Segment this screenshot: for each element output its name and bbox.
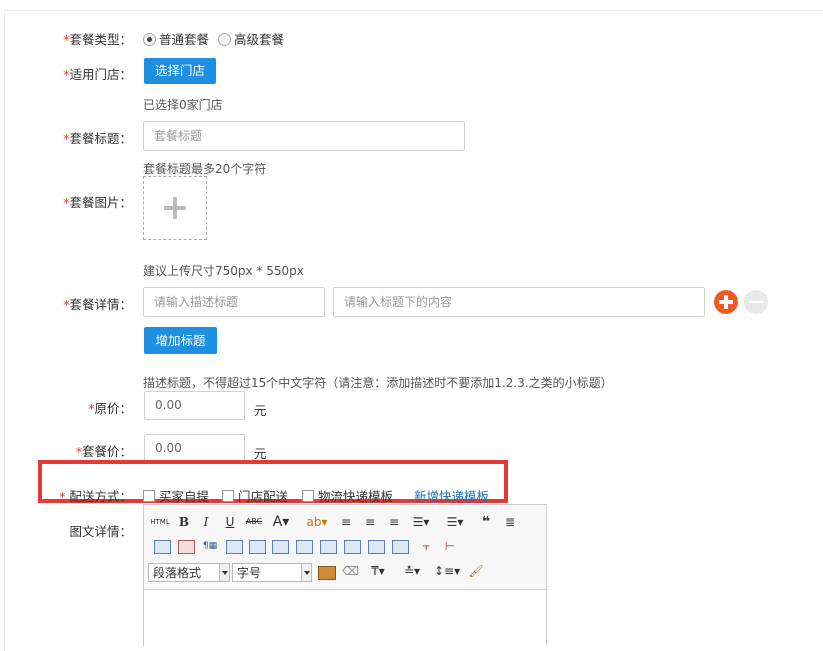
merge-right-icon[interactable] xyxy=(344,540,361,554)
split-rows-icon[interactable]: ⫟ xyxy=(418,537,434,555)
align-left-icon[interactable]: ≡ xyxy=(338,513,354,531)
merge-cells-icon[interactable] xyxy=(320,540,337,554)
package-details-label: *套餐详情： xyxy=(63,297,132,312)
delete-row-icon[interactable] xyxy=(249,540,266,554)
strikethrough-icon[interactable]: ABC xyxy=(244,513,264,531)
insert-paragraph-icon[interactable]: ¶▦ xyxy=(201,537,219,555)
original-price-unit: 元 xyxy=(254,403,267,418)
store-selected-hint: 已选择0家门店 xyxy=(143,98,223,112)
package-price-input[interactable]: 0.00 xyxy=(144,434,245,463)
align-center-icon[interactable]: ≡ xyxy=(362,513,378,531)
package-image-hint: 建议上传尺寸750px * 550px xyxy=(143,264,304,278)
editor-toolbar: HTML B I U ABC A▾ ab▾ ≡ ≡ ≡ ☰▾ ☰▾ ❝ ≣ ¶▦… xyxy=(144,505,546,590)
eraser-icon[interactable]: ⌫ xyxy=(342,562,359,580)
new-express-template-link[interactable]: 新增快递模板 xyxy=(414,486,489,505)
package-image-label: *套餐图片： xyxy=(63,195,132,210)
insert-table-icon[interactable] xyxy=(154,540,171,554)
store-label: *适用门店： xyxy=(63,67,132,82)
rich-content-label: 图文详情： xyxy=(69,524,132,539)
remove-row-icon[interactable] xyxy=(744,290,768,314)
rich-text-editor[interactable]: HTML B I U ABC A▾ ab▾ ≡ ≡ ≡ ☰▾ ☰▾ ❝ ≣ ¶▦… xyxy=(143,504,547,646)
image-upload-box[interactable] xyxy=(143,176,207,240)
line-height-icon[interactable]: ↕≡▾ xyxy=(434,562,460,580)
delivery-option-self-pickup[interactable]: 买家自提 xyxy=(143,486,209,505)
clear-format-icon[interactable]: 🖌 xyxy=(468,562,484,580)
highlight-color-icon[interactable]: ab▾ xyxy=(304,513,330,531)
insert-col-icon[interactable] xyxy=(272,540,289,554)
checkbox-icon xyxy=(302,490,314,502)
package-price-label: *套餐价： xyxy=(75,444,132,459)
format-painter-icon[interactable]: ₸▾ xyxy=(366,562,390,580)
paragraph-format-select[interactable]: 段落格式 xyxy=(148,563,230,582)
ordered-list-icon[interactable]: ☰▾ xyxy=(444,513,466,531)
delete-col-icon[interactable] xyxy=(296,540,313,554)
blockquote-icon[interactable]: ❝ xyxy=(478,513,494,531)
bold-icon[interactable]: B xyxy=(176,513,192,531)
description-content-input[interactable]: 请输入标题下的内容 xyxy=(333,287,705,317)
checkbox-icon xyxy=(143,490,155,502)
package-title-hint: 套餐标题最多20个字符 xyxy=(143,162,267,176)
description-hint: 描述标题，不得超过15个中文字符（请注意：添加描述时不要添加1.2.3.之类的小… xyxy=(143,376,613,390)
delivery-label: * 配送方式： xyxy=(59,489,132,504)
radio-selected-icon xyxy=(143,33,156,46)
add-title-button[interactable]: 增加标题 xyxy=(144,327,217,354)
underline-icon[interactable]: U xyxy=(222,513,238,531)
html-source-icon[interactable]: HTML xyxy=(149,513,171,531)
unordered-list-icon[interactable]: ☰▾ xyxy=(410,513,432,531)
select-store-button[interactable]: 选择门店 xyxy=(144,58,216,84)
font-size-select[interactable]: 字号 xyxy=(232,563,312,582)
description-title-input[interactable]: 请输入描述标题 xyxy=(143,287,325,317)
chevron-down-icon xyxy=(301,564,311,581)
radio-advanced-package[interactable]: 高级套餐 xyxy=(218,29,284,48)
package-title-input[interactable]: 套餐标题 xyxy=(143,121,465,151)
indent-icon[interactable]: ≣ xyxy=(502,513,518,531)
checkbox-icon xyxy=(222,490,234,502)
delivery-option-express-template[interactable]: 物流快递模板 xyxy=(302,486,393,505)
delete-table-icon[interactable] xyxy=(178,540,195,554)
package-title-label: *套餐标题： xyxy=(63,131,132,146)
merge-down-icon[interactable] xyxy=(368,540,385,554)
radio-normal-package[interactable]: 普通套餐 xyxy=(143,29,209,48)
original-price-input[interactable]: 0.00 xyxy=(144,391,245,420)
insert-image-icon[interactable] xyxy=(318,566,336,580)
package-type-label: *套餐类型： xyxy=(63,32,132,47)
font-color-icon[interactable]: A▾ xyxy=(270,513,292,531)
chevron-down-icon xyxy=(219,564,229,581)
split-cols-icon[interactable]: ⊢ xyxy=(442,537,458,555)
paragraph-spacing-icon[interactable]: ≛▾ xyxy=(400,562,424,580)
italic-icon[interactable]: I xyxy=(198,513,214,531)
original-price-label: *原价： xyxy=(88,401,132,416)
radio-unselected-icon xyxy=(218,33,231,46)
insert-row-icon[interactable] xyxy=(226,540,243,554)
align-right-icon[interactable]: ≡ xyxy=(386,513,402,531)
split-cells-icon[interactable] xyxy=(392,540,409,554)
add-row-icon[interactable] xyxy=(714,290,738,314)
delivery-option-store-delivery[interactable]: 门店配送 xyxy=(222,486,288,505)
